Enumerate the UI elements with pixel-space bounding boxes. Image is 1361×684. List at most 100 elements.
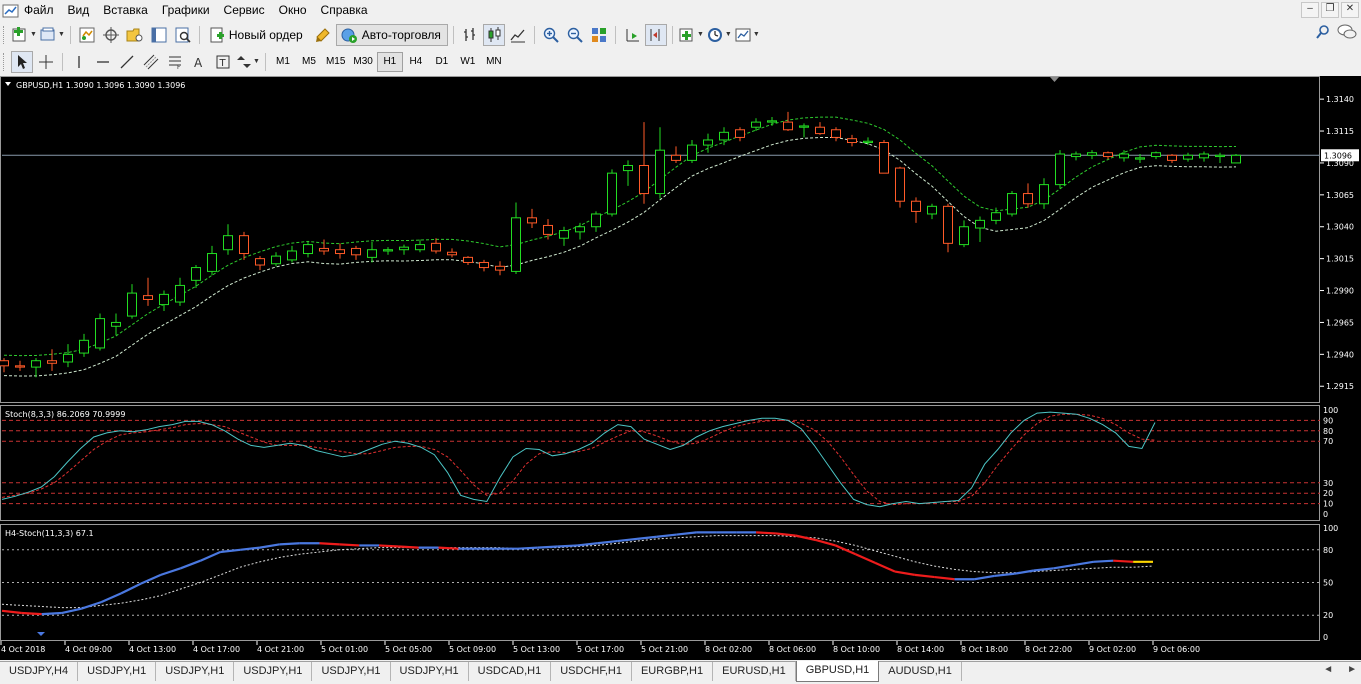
autotrading-button[interactable]: Авто-торговля [335, 23, 448, 46]
menu-file[interactable]: Файл [20, 0, 61, 21]
market-watch-button[interactable] [76, 24, 98, 46]
restore-button[interactable]: ❐ [1321, 2, 1339, 18]
toolbar-grip[interactable] [3, 25, 7, 44]
text-label-button[interactable]: T [212, 51, 234, 73]
chart-tab[interactable]: USDJPY,H1 [391, 662, 469, 681]
zoom-in-button[interactable] [540, 24, 562, 46]
menu-view[interactable]: Вид [61, 0, 97, 21]
chart-tab-active[interactable]: GBPUSD,H1 [795, 661, 880, 682]
toolbar-separator [671, 25, 673, 44]
svg-text:F: F [177, 64, 181, 70]
templates-button[interactable]: ▼ [734, 24, 760, 46]
new-order-button[interactable]: Новый ордер [205, 24, 310, 46]
timeframe-m5-button[interactable]: M5 [296, 52, 322, 72]
candle-body [655, 149, 665, 195]
close-button[interactable]: ✕ [1341, 2, 1359, 18]
chart-header-arrow-icon[interactable] [5, 82, 11, 86]
equidistant-channel-button[interactable] [140, 51, 162, 73]
zoom-out-button[interactable] [564, 24, 586, 46]
chart-tab[interactable]: EURUSD,H1 [713, 662, 796, 681]
profiles-icon [40, 27, 55, 40]
chart-tab[interactable]: USDCAD,H1 [469, 662, 552, 681]
h4-main-segment [160, 567, 181, 576]
menu-charts[interactable]: Графики [155, 0, 217, 21]
time-axis-label: 8 Oct 18:00 [961, 645, 1008, 654]
chart-window[interactable]: 1.3140 1.3115 1.3090 1.3065 1.3040 1.3015 1.29… [0, 76, 1361, 660]
h4-main-segment [656, 533, 677, 538]
h4-main-segment [617, 537, 638, 543]
cursor-button[interactable] [11, 50, 33, 73]
candlestick-chart-button[interactable] [482, 23, 505, 46]
timeframe-m15-button[interactable]: M15 [322, 52, 349, 72]
strategy-tester-button[interactable] [172, 24, 194, 46]
candle-body [895, 167, 905, 202]
candle-body [303, 244, 313, 255]
trendline-button[interactable] [116, 51, 138, 73]
toolbar-grip[interactable] [3, 52, 7, 71]
chart-document-icon[interactable] [2, 3, 20, 19]
time-axis-label: 4 Oct 21:00 [257, 645, 304, 654]
candle-body [831, 129, 841, 138]
chart-tab[interactable]: USDJPY,H1 [156, 662, 235, 681]
candle-body [591, 213, 601, 228]
new-chart-button[interactable]: ▼ [11, 24, 37, 46]
search-icon[interactable] [1315, 24, 1331, 40]
market-watch-icon [79, 27, 95, 42]
vertical-line-button[interactable] [68, 51, 90, 73]
standard-toolbar: ▼ ▼ Новый ордер Авто-торговля ▼ ▼ ▼ [0, 22, 1361, 47]
auto-scroll-button[interactable] [621, 24, 643, 46]
candle-body [319, 247, 329, 252]
horizontal-line-button[interactable] [92, 51, 114, 73]
data-window-button[interactable] [100, 24, 122, 46]
time-axis-label: 5 Oct 09:00 [449, 645, 496, 654]
timeframe-mn-button[interactable]: MN [481, 52, 507, 72]
arrows-button[interactable]: ▼ [236, 51, 260, 73]
chat-icon[interactable] [1337, 24, 1357, 40]
chart-tab[interactable]: USDJPY,H1 [312, 662, 391, 681]
tab-scroll-left-icon[interactable]: ◄ [1323, 664, 1333, 675]
candle-body [527, 217, 537, 224]
indicators-button[interactable]: ▼ [678, 24, 704, 46]
autotrading-label: Авто-торговля [361, 27, 441, 42]
profiles-button[interactable]: ▼ [39, 24, 65, 46]
candle-body [335, 249, 345, 255]
menu-window[interactable]: Окно [272, 0, 314, 21]
timeframe-d1-button[interactable]: D1 [429, 52, 455, 72]
text-button[interactable]: A [188, 51, 210, 73]
new-chart-icon [12, 26, 26, 41]
chart-shift-button[interactable] [644, 23, 667, 46]
line-chart-button[interactable] [507, 24, 529, 46]
tile-windows-button[interactable] [588, 24, 610, 46]
upper-envelope-line [3, 116, 1237, 357]
timeframe-h4-button[interactable]: H4 [403, 52, 429, 72]
crosshair-icon [39, 54, 53, 69]
chart-canvas[interactable]: 1.31401.31151.30901.30651.30401.30151.29… [0, 76, 1361, 660]
current-price-label: 1.3096 [1324, 151, 1352, 160]
fibonacci-button[interactable]: F [164, 51, 186, 73]
timeframe-h1-button[interactable]: H1 [376, 51, 403, 72]
terminal-button[interactable] [148, 24, 170, 46]
periods-button[interactable]: ▼ [706, 24, 732, 46]
chart-tab[interactable]: USDCHF,H1 [551, 662, 632, 681]
candle-body [799, 125, 809, 128]
timeframe-w1-button[interactable]: W1 [455, 52, 481, 72]
chart-tab[interactable]: AUDUSD,H1 [879, 662, 962, 681]
timeframe-m1-button[interactable]: M1 [270, 52, 296, 72]
bar-chart-button[interactable] [459, 24, 481, 46]
h4-main-segment [100, 592, 122, 604]
crosshair-button[interactable] [35, 51, 57, 73]
metaeditor-button[interactable] [312, 24, 334, 46]
chart-shift-marker-icon[interactable] [1050, 77, 1059, 82]
timeframe-m30-button[interactable]: M30 [349, 52, 376, 72]
menu-help[interactable]: Справка [314, 0, 375, 21]
navigator-button[interactable] [124, 24, 146, 46]
chart-tab[interactable]: USDJPY,H4 [0, 662, 79, 681]
menu-insert[interactable]: Вставка [96, 0, 155, 21]
menu-tools[interactable]: Сервис [217, 0, 272, 21]
tab-scroll-right-icon[interactable]: ► [1347, 664, 1357, 675]
minimize-button[interactable]: – [1301, 2, 1319, 18]
chart-tab[interactable]: USDJPY,H1 [234, 662, 313, 681]
chart-tab[interactable]: EURGBP,H1 [632, 662, 714, 681]
new-order-label: Новый ордер [228, 27, 303, 42]
chart-tab[interactable]: USDJPY,H1 [78, 662, 157, 681]
